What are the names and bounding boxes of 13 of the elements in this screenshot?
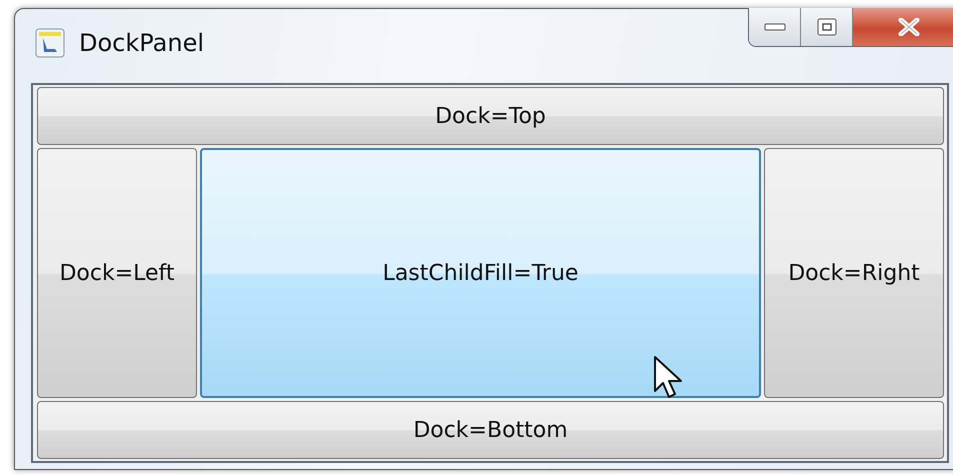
dock-button[interactable]: LastChildFill=True [200, 148, 761, 398]
maximize-icon [816, 18, 836, 36]
dock-button[interactable]: Dock=Left [37, 148, 197, 398]
window-title: DockPanel [79, 29, 204, 57]
minimize-button[interactable] [749, 8, 801, 46]
close-button[interactable] [853, 8, 953, 46]
maximize-button[interactable] [801, 8, 853, 46]
dock-button[interactable]: Dock=Bottom [37, 401, 944, 459]
dock-button[interactable]: Dock=Right [764, 148, 944, 398]
dock-button[interactable]: Dock=Top [37, 87, 944, 145]
minimize-icon [764, 22, 786, 32]
close-icon [897, 18, 921, 36]
app-icon [35, 28, 65, 58]
